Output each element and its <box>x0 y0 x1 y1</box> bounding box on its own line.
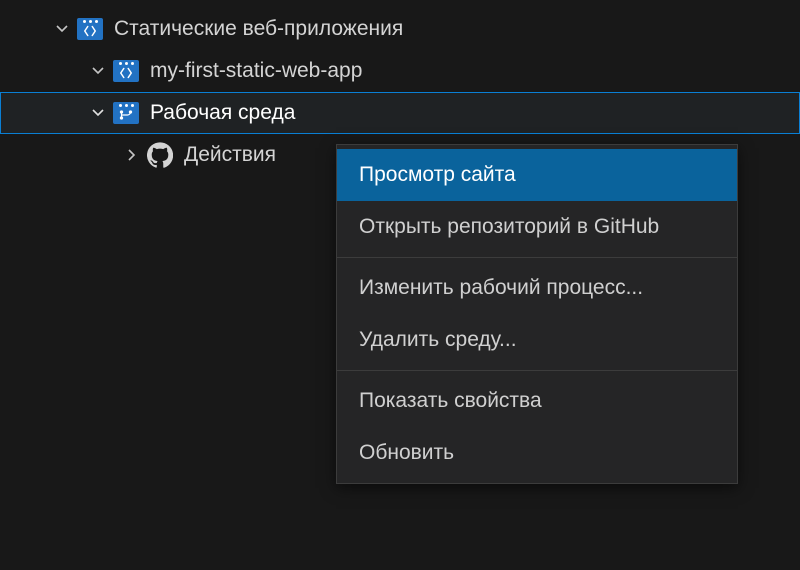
menu-item-open-github[interactable]: Открыть репозиторий в GitHub <box>337 201 737 253</box>
menu-item-browse-site[interactable]: Просмотр сайта <box>337 149 737 201</box>
menu-item-delete-env[interactable]: Удалить среду... <box>337 314 737 366</box>
menu-separator <box>337 257 737 258</box>
menu-item-label: Обновить <box>359 441 454 465</box>
context-menu: Просмотр сайта Открыть репозиторий в Git… <box>336 144 738 484</box>
chevron-down-icon <box>84 63 112 79</box>
menu-item-label: Изменить рабочий процесс... <box>359 276 643 300</box>
tree-row-app[interactable]: my-first-static-web-app <box>0 50 800 92</box>
chevron-right-icon <box>118 147 146 163</box>
menu-item-label: Удалить среду... <box>359 328 517 352</box>
tree-label: Действия <box>184 143 276 167</box>
tree-label: my-first-static-web-app <box>150 59 362 83</box>
chevron-down-icon <box>48 21 76 37</box>
tree-row-environment[interactable]: Рабочая среда <box>0 92 800 134</box>
tree-label: Статические веб-приложения <box>114 17 403 41</box>
app-icon <box>112 57 140 85</box>
menu-separator <box>337 370 737 371</box>
menu-item-show-properties[interactable]: Показать свойства <box>337 375 737 427</box>
tree-row-static-web-apps[interactable]: Статические веб-приложения <box>0 8 800 50</box>
static-web-apps-icon <box>76 15 104 43</box>
menu-item-label: Открыть репозиторий в GitHub <box>359 215 659 239</box>
environment-icon <box>112 99 140 127</box>
menu-item-refresh[interactable]: Обновить <box>337 427 737 479</box>
chevron-down-icon <box>84 105 112 121</box>
menu-item-label: Просмотр сайта <box>359 163 516 187</box>
menu-item-label: Показать свойства <box>359 389 542 413</box>
github-icon <box>146 141 174 169</box>
tree-label: Рабочая среда <box>150 101 295 125</box>
menu-item-edit-workflow[interactable]: Изменить рабочий процесс... <box>337 262 737 314</box>
